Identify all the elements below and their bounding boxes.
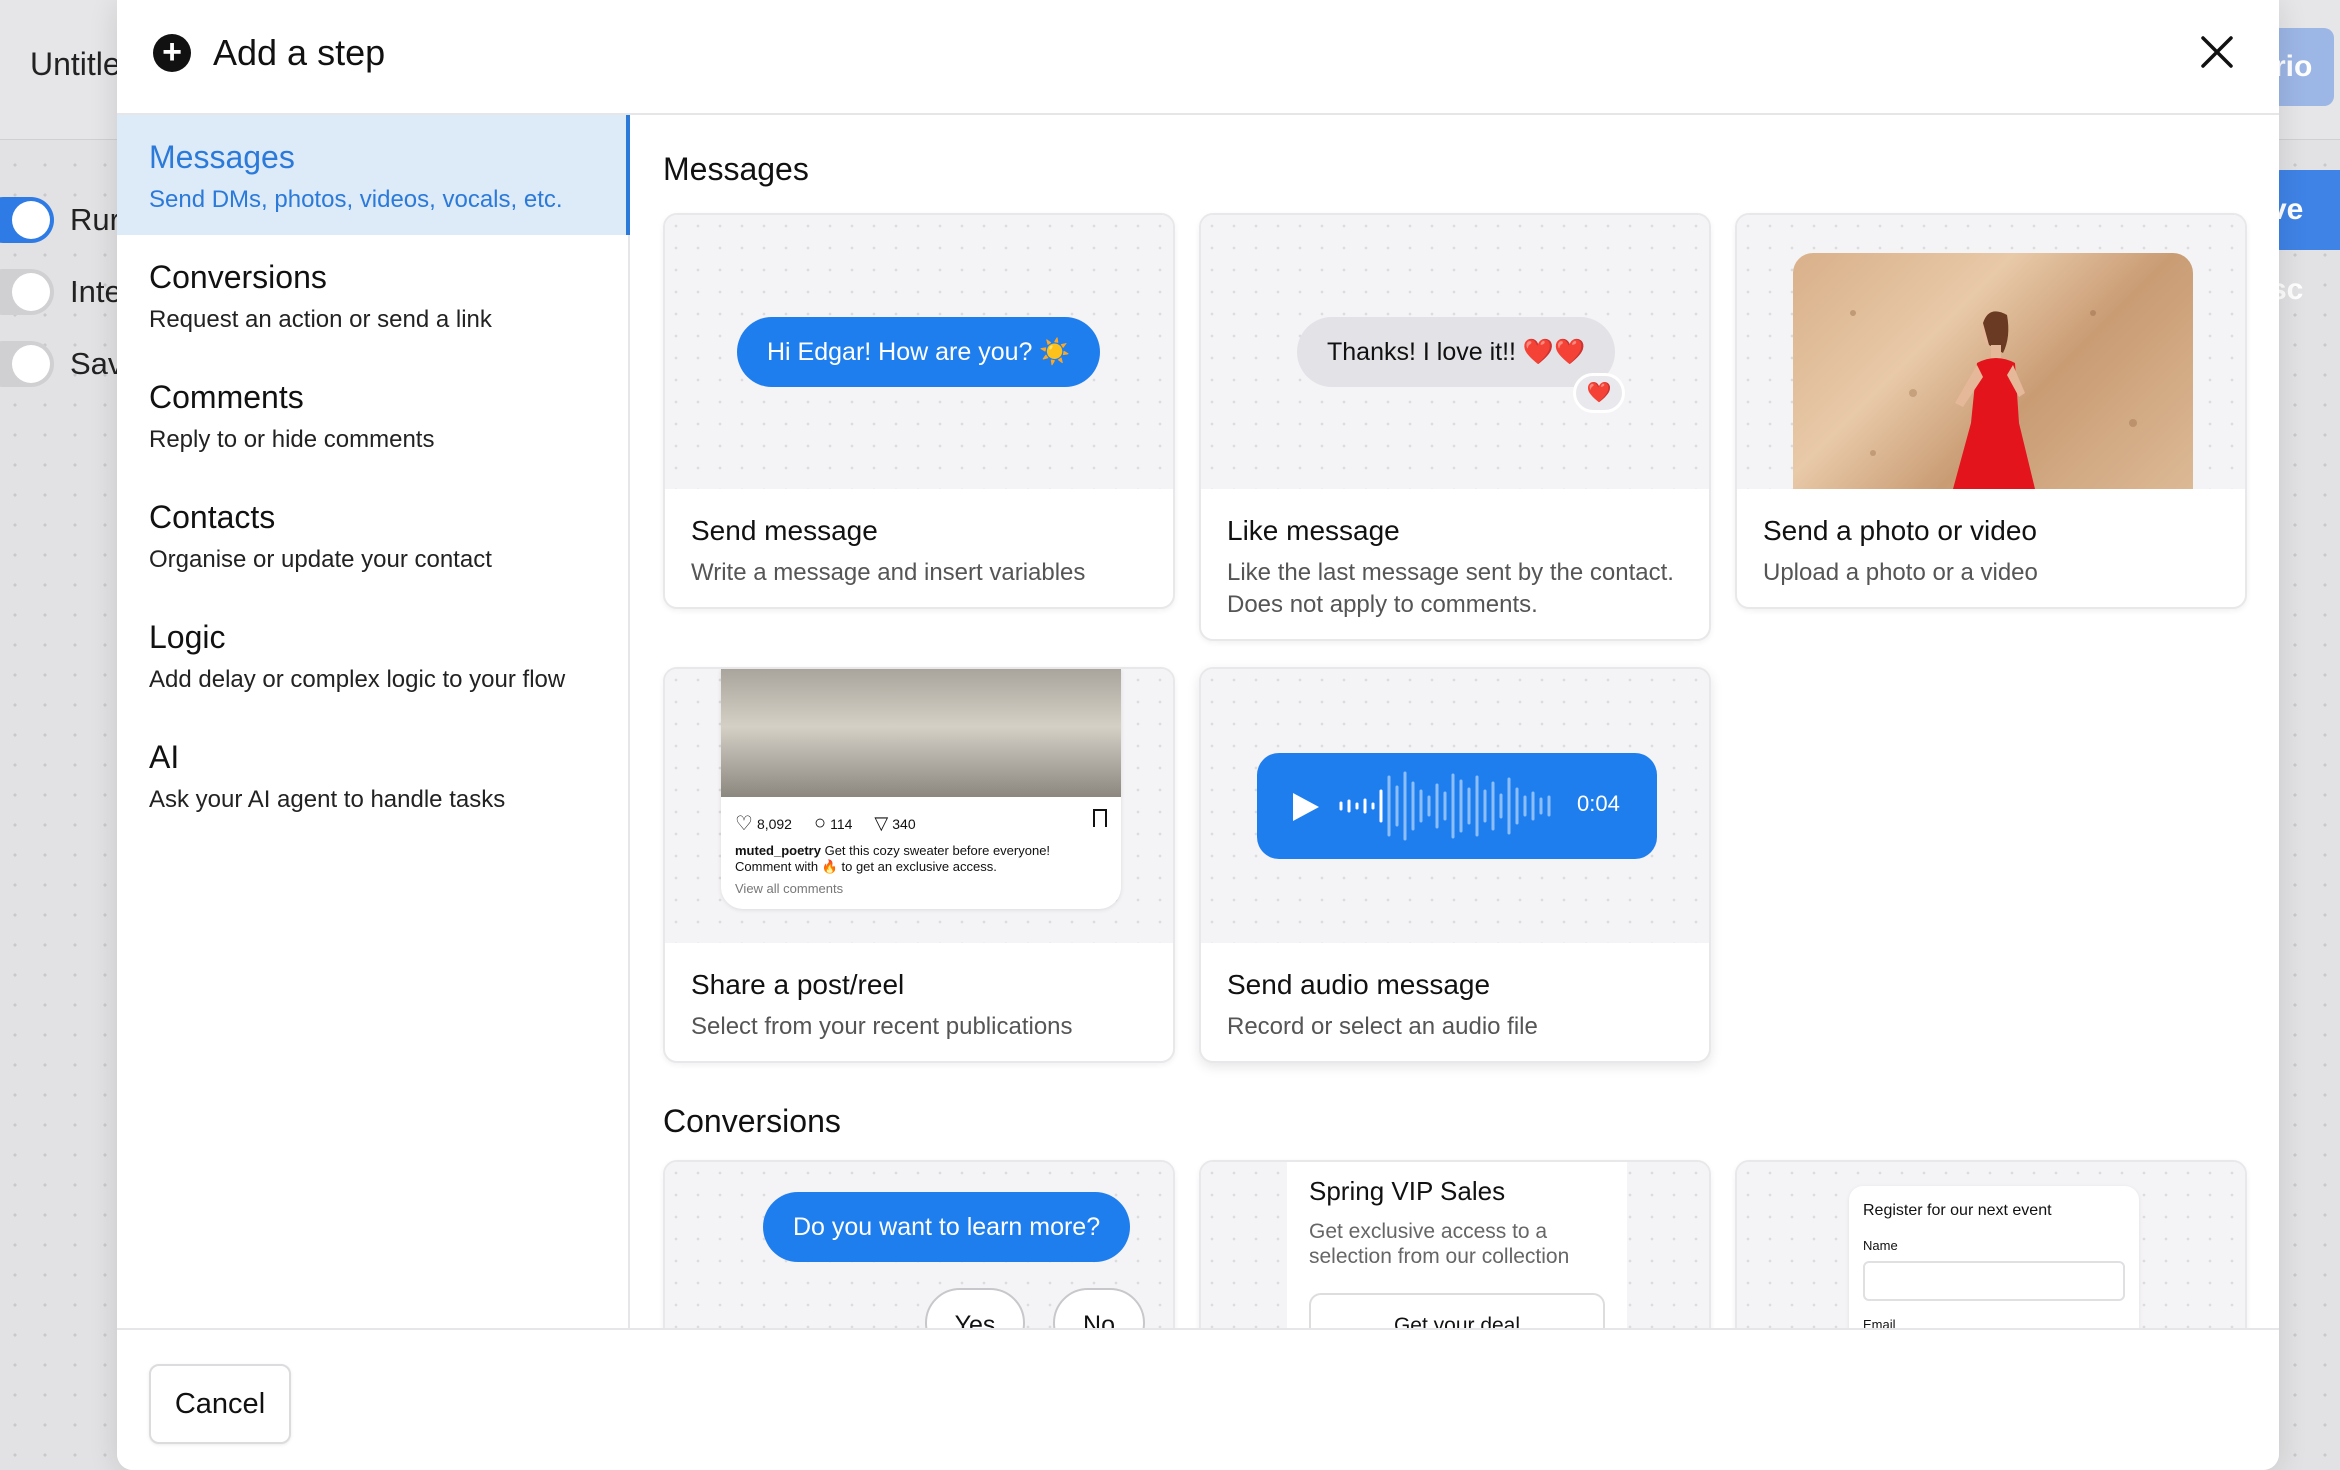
link-card-preview: Spring VIP Sales Get exclusive access to… [1287, 1162, 1627, 1328]
save-toggle[interactable] [0, 341, 54, 387]
section-title-messages: Messages [663, 151, 809, 187]
card-send-photo[interactable]: Send a photo or video Upload a photo or … [1735, 213, 2247, 609]
post-likes: 8,092 [756, 815, 792, 832]
card-send-audio[interactable]: 0:04 Send audio message Record or select… [1199, 667, 1711, 1063]
sidebar-item-title: Comments [149, 379, 304, 415]
add-step-modal: + Add a step Messages Send DMs, photos, … [117, 0, 2279, 1470]
post-preview: ♡ 8,092 ○ 114 ▽ 340 muted_poetry Get thi… [721, 669, 1121, 909]
sidebar-item-title: Contacts [149, 499, 276, 535]
form-label-email: Email [1863, 1317, 1896, 1328]
cancel-button[interactable]: Cancel [149, 1364, 291, 1444]
card-desc: Upload a photo or a video [1763, 559, 2038, 586]
audio-duration: 0:04 [1577, 791, 1620, 816]
header-action-button[interactable]: rio [2270, 28, 2334, 106]
link-card-desc: Get exclusive access to a selection from… [1309, 1220, 1570, 1268]
sidebar-item-title: Conversions [149, 259, 327, 295]
quick-reply-no: No [1053, 1288, 1145, 1328]
plus-circle-icon: + [153, 34, 191, 72]
woman-red-dress-image [1850, 310, 2137, 489]
send-icon: ▽ [874, 813, 889, 833]
card-preview: ♡ 8,092 ○ 114 ▽ 340 muted_poetry Get thi… [665, 669, 1173, 943]
card-desc: Like the last message sent by the contac… [1227, 559, 1674, 618]
post-username: muted_poetry [735, 843, 821, 858]
message-bubble: Hi Edgar! How are you? ☀️ [737, 317, 1101, 387]
post-image [721, 669, 1121, 797]
bookmark-icon [1093, 809, 1107, 827]
modal-title: Add a step [213, 32, 386, 73]
inte-toggle-label: Inte [70, 274, 122, 309]
card-preview: 0:04 [1201, 669, 1709, 943]
sidebar-item-messages[interactable]: Messages Send DMs, photos, videos, vocal… [117, 115, 630, 235]
sidebar-item-title: Messages [149, 139, 295, 175]
sidebar-item-title: AI [149, 739, 180, 775]
steps-content: Messages Hi Edgar! How are you? ☀️ Send … [632, 115, 2279, 1328]
card-preview: Hi Edgar! How are you? ☀️ [665, 215, 1173, 489]
post-comments: 114 [830, 815, 853, 832]
sidebar-item-desc: Reply to or hide comments [149, 426, 435, 453]
side-action-button[interactable]: ve sc [2270, 170, 2340, 306]
comment-icon: ○ [813, 812, 827, 834]
card-preview: Thanks! I love it!! ❤️❤️ ❤️ [1201, 215, 1709, 489]
post-caption: Get this cozy sweater before everyone! [824, 843, 1051, 858]
run-toggle[interactable] [0, 197, 54, 243]
card-title: Send a photo or video [1763, 515, 2037, 546]
card-conversion-question[interactable]: Do you want to learn more? Yes No [663, 1160, 1175, 1328]
sidebar-item-desc: Add delay or complex logic to your flow [149, 666, 566, 693]
card-send-message[interactable]: Hi Edgar! How are you? ☀️ Send message W… [663, 213, 1175, 609]
modal-footer: Cancel [117, 1328, 2279, 1470]
flow-title[interactable]: Untitle [30, 46, 121, 83]
card-desc: Write a message and insert variables [691, 559, 1086, 586]
sidebar-item-comments[interactable]: Comments Reply to or hide comments [117, 355, 630, 475]
audio-player: 0:04 [1257, 753, 1657, 859]
close-icon[interactable] [2195, 30, 2239, 74]
heart-icon: ♡ [735, 813, 753, 835]
card-share-post[interactable]: ♡ 8,092 ○ 114 ▽ 340 muted_poetry Get thi… [663, 667, 1175, 1063]
card-desc: Select from your recent publications [691, 1013, 1073, 1040]
card-title: Like message [1227, 515, 1400, 546]
play-icon [1293, 793, 1319, 821]
post-shares: 340 [892, 815, 916, 832]
sidebar-item-desc: Organise or update your contact [149, 546, 492, 573]
card-preview: Register for our next event Name Email [1737, 1162, 2245, 1328]
message-bubble: Thanks! I love it!! ❤️❤️ [1297, 317, 1616, 387]
form-preview: Register for our next event Name Email [1849, 1186, 2139, 1328]
heart-reaction-icon: ❤️ [1573, 373, 1625, 413]
sidebar-item-contacts[interactable]: Contacts Organise or update your contact [117, 475, 630, 595]
question-bubble: Do you want to learn more? [763, 1192, 1131, 1262]
card-conversion-link[interactable]: Spring VIP Sales Get exclusive access to… [1199, 1160, 1711, 1328]
card-desc: Record or select an audio file [1227, 1013, 1538, 1040]
view-all-comments: View all comments [735, 881, 844, 896]
link-card-title: Spring VIP Sales [1309, 1176, 1506, 1206]
save-toggle-label: Sav [70, 346, 124, 381]
card-preview [1737, 215, 2245, 489]
card-title: Send message [691, 515, 878, 546]
card-preview: Do you want to learn more? Yes No [665, 1162, 1173, 1328]
get-deal-button: Get your deal [1309, 1293, 1605, 1328]
waveform-icon [1339, 771, 1551, 841]
form-input-name [1863, 1261, 2125, 1301]
card-like-message[interactable]: Thanks! I love it!! ❤️❤️ ❤️ Like message… [1199, 213, 1711, 641]
card-title: Share a post/reel [691, 969, 905, 1000]
sidebar-item-desc: Ask your AI agent to handle tasks [149, 786, 506, 813]
form-title: Register for our next event [1863, 1202, 2052, 1219]
modal-header: + Add a step [117, 0, 2279, 115]
sidebar-item-desc: Send DMs, photos, videos, vocals, etc. [149, 186, 563, 213]
card-title: Send audio message [1227, 969, 1491, 1000]
card-conversion-form[interactable]: Register for our next event Name Email [1735, 1160, 2247, 1328]
category-sidebar: Messages Send DMs, photos, videos, vocal… [117, 115, 630, 1328]
photo-thumbnail [1793, 253, 2193, 489]
quick-reply-yes: Yes [925, 1288, 1025, 1328]
section-title-conversions: Conversions [663, 1103, 841, 1139]
run-toggle-label: Rur [70, 202, 120, 237]
card-preview: Spring VIP Sales Get exclusive access to… [1201, 1162, 1709, 1328]
sidebar-item-desc: Request an action or send a link [149, 306, 492, 333]
sidebar-item-conversions[interactable]: Conversions Request an action or send a … [117, 235, 630, 355]
sidebar-item-title: Logic [149, 619, 226, 655]
sidebar-item-ai[interactable]: AI Ask your AI agent to handle tasks [117, 715, 630, 835]
post-caption-line2: Comment with 🔥 to get an exclusive acces… [735, 859, 997, 874]
form-label-name: Name [1863, 1238, 1898, 1253]
inte-toggle[interactable] [0, 269, 54, 315]
sidebar-item-logic[interactable]: Logic Add delay or complex logic to your… [117, 595, 630, 715]
